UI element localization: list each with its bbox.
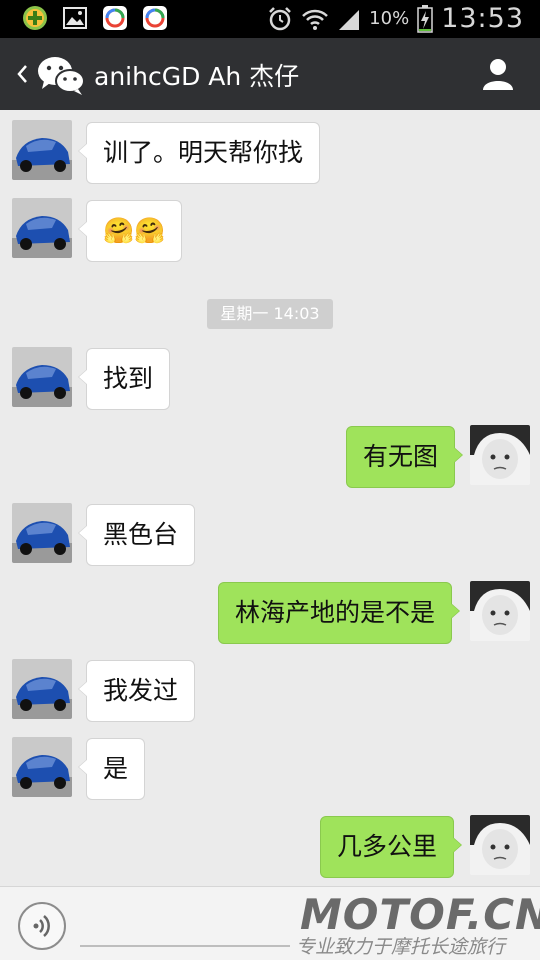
chat-title: anihcGD Ah 杰仔 (94, 62, 300, 91)
message-input[interactable] (80, 945, 290, 947)
contact-avatar[interactable] (12, 737, 72, 797)
contact-avatar[interactable] (12, 659, 72, 719)
watermark: MOTOF.CN 专业致力于摩托长途旅行 (296, 890, 540, 960)
wechat-logo-icon[interactable] (36, 54, 86, 96)
plus-circle-icon (23, 6, 47, 30)
message-bubble-incoming[interactable]: 是 (77, 738, 146, 800)
status-system: 10% 13:53 (267, 3, 524, 34)
chat-timestamp: 星期一 14:03 (207, 299, 333, 329)
message-bubble-outgoing[interactable]: 林海产地的是不是 (218, 582, 461, 644)
back-chevron-icon[interactable] (12, 58, 32, 90)
alarm-icon (269, 6, 292, 30)
signal-icon (339, 9, 360, 30)
message-bubble-outgoing[interactable]: 有无图 (346, 426, 464, 488)
battery-charging-icon (417, 4, 433, 33)
browser-app-icon (103, 6, 127, 30)
contact-profile-icon[interactable] (480, 56, 516, 92)
status-notifications (22, 5, 168, 31)
voice-icon (33, 915, 50, 937)
chat-message-list[interactable]: 训了。明天帮你找 🤗🤗 星期一 14:03 找到 有无图 黑色台 林海产地的是不… (0, 110, 540, 886)
wifi-icon (302, 9, 329, 30)
watermark-slogan: 专业致力于摩托长途旅行 (296, 936, 506, 958)
contact-avatar[interactable] (12, 347, 72, 407)
message-bubble-incoming[interactable]: 我发过 (77, 660, 196, 722)
browser-app-icon (143, 6, 167, 30)
message-bubble-incoming[interactable]: 🤗🤗 (77, 200, 183, 262)
message-bubble-outgoing[interactable]: 几多公里 (320, 816, 463, 878)
contact-avatar[interactable] (12, 120, 72, 180)
my-avatar[interactable] (470, 581, 530, 641)
battery-percent: 10% (369, 8, 410, 29)
contact-avatar[interactable] (12, 198, 72, 258)
chat-header: anihcGD Ah 杰仔 (0, 38, 540, 110)
gallery-icon (63, 7, 87, 29)
my-avatar[interactable] (470, 425, 530, 485)
my-avatar[interactable] (470, 815, 530, 875)
voice-input-button[interactable] (18, 902, 66, 950)
message-bubble-incoming[interactable]: 训了。明天帮你找 (77, 122, 321, 184)
message-bubble-incoming[interactable]: 找到 (77, 348, 171, 410)
message-bubble-incoming[interactable]: 黑色台 (77, 504, 196, 566)
status-time: 13:53 (441, 3, 524, 34)
contact-avatar[interactable] (12, 503, 72, 563)
status-bar: 10% 13:53 (0, 0, 540, 38)
